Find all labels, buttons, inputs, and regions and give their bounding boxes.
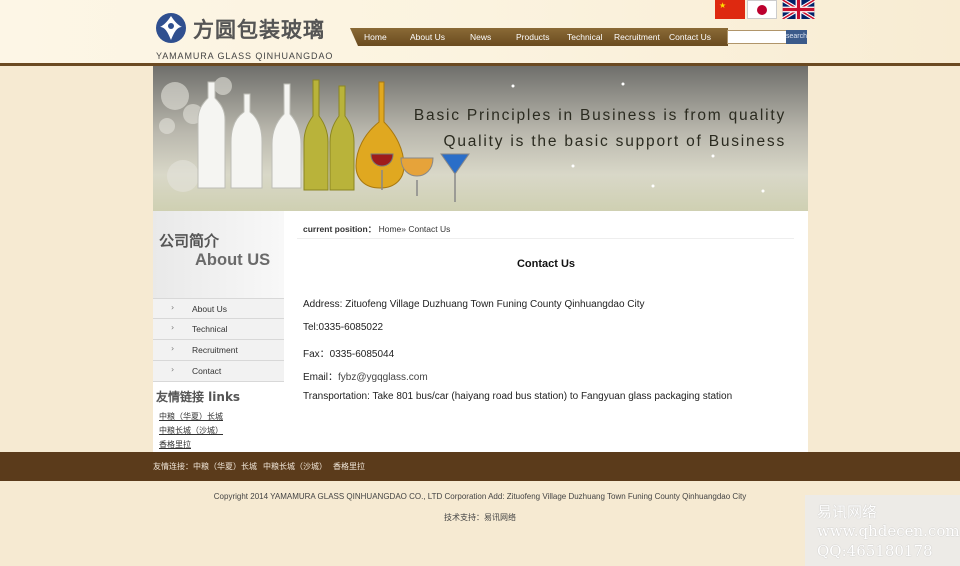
logo-english-name: YAMAMURA GLASS QINHUANGDAO xyxy=(156,51,334,61)
sidebar-title-cn: 公司简介 xyxy=(159,232,220,250)
sidebar-header: 公司简介 About US xyxy=(153,211,284,298)
address-text: Address: Zituofeng Village Duzhuang Town… xyxy=(303,299,645,310)
language-switcher: ★ xyxy=(715,0,815,19)
nav-recruitment[interactable]: Recruitment xyxy=(614,32,660,42)
page-title: Contact Us xyxy=(516,258,576,270)
sidebar-item-label: About Us xyxy=(192,304,227,314)
content-area: 公司简介 About US › About Us › Technical › R… xyxy=(153,211,808,452)
nav-news[interactable]: News xyxy=(470,32,491,42)
footer-links-band: 友情连接：中粮（华夏）长城 中粮长城（沙城） 香格里拉 xyxy=(0,452,960,481)
transport-text: Transportation: Take 801 bus/car (haiyan… xyxy=(303,391,733,402)
sidebar-item-recruitment[interactable]: › Recruitment xyxy=(153,340,284,361)
search-input[interactable] xyxy=(727,30,787,44)
friend-link[interactable]: 香格里拉 xyxy=(159,438,223,452)
logo-icon xyxy=(156,13,186,43)
sidebar-item-label: Recruitment xyxy=(192,345,238,355)
tel-text: Tel:0335-6085022 xyxy=(303,322,384,333)
uk-flag-icon[interactable] xyxy=(782,0,815,19)
email-line: Email：fybz@ygqglass.com xyxy=(303,368,428,383)
friend-links-list: 中粮（华夏）长城 中粮长城（沙城） 香格里拉 xyxy=(159,410,223,452)
sidebar-title-en: About US xyxy=(195,251,271,269)
fax-text: Fax：0335-6085044 xyxy=(303,349,395,360)
nav-technical[interactable]: Technical xyxy=(567,32,602,42)
hero-banner: Basic Principles in Business is from qua… xyxy=(153,66,808,211)
chevron-right-icon: › xyxy=(171,365,175,374)
sidebar-item-label: Contact xyxy=(192,366,222,376)
japan-flag-icon[interactable] xyxy=(747,0,777,19)
watermark-line-3: QQ:465180178 xyxy=(817,542,933,560)
sidebar-item-label: Technical xyxy=(192,324,228,334)
watermark: 易讯网络 www.qhdecen.com QQ:465180178 xyxy=(805,495,960,566)
footer-links: 友情连接：中粮（华夏）长城 中粮长城（沙城） 香格里拉 xyxy=(153,461,371,472)
footer-link[interactable]: 中粮长城（沙城） xyxy=(263,462,327,471)
banner-slogan-2: Quality is the basic support of Business xyxy=(443,133,786,150)
footer-link[interactable]: 香格里拉 xyxy=(333,462,365,471)
breadcrumb-label: current position： xyxy=(303,224,377,234)
main-nav: Home About Us News Products Technical Re… xyxy=(350,28,728,46)
breadcrumb-divider xyxy=(297,238,794,239)
chevron-right-icon: › xyxy=(171,344,175,353)
nav-contact-us[interactable]: Contact Us xyxy=(669,32,711,42)
nav-products[interactable]: Products xyxy=(516,32,550,42)
breadcrumb: current position： Home» Contact Us xyxy=(303,223,450,235)
logo-chinese-name[interactable]: 方圆包装玻璃 xyxy=(193,14,325,44)
watermark-line-1: 易讯网络 xyxy=(817,503,878,521)
nav-about-us[interactable]: About Us xyxy=(410,32,445,42)
banner-slogan-1: Basic Principles in Business is from qua… xyxy=(413,107,786,124)
nav-home[interactable]: Home xyxy=(364,32,387,42)
sidebar: 公司简介 About US › About Us › Technical › R… xyxy=(153,211,284,452)
friend-link[interactable]: 中粮长城（沙城） xyxy=(159,424,223,438)
sidebar-menu: › About Us › Technical › Recruitment › C… xyxy=(153,298,284,382)
footer-links-label: 友情连接： xyxy=(153,462,193,471)
sidebar-item-contact[interactable]: › Contact xyxy=(153,361,284,382)
friend-link[interactable]: 中粮（华夏）长城 xyxy=(159,410,223,424)
links-title: 友情链接 links xyxy=(156,390,241,404)
main-content: current position： Home» Contact Us Conta… xyxy=(284,211,808,452)
chevron-right-icon: › xyxy=(171,303,175,312)
sidebar-item-technical[interactable]: › Technical xyxy=(153,319,284,340)
email-link[interactable]: fybz@ygqglass.com xyxy=(338,372,428,383)
sidebar-item-about-us[interactable]: › About Us xyxy=(153,298,284,319)
chevron-right-icon: › xyxy=(171,323,175,332)
footer-link[interactable]: 中粮（华夏）长城 xyxy=(193,462,257,471)
china-flag-icon[interactable]: ★ xyxy=(715,0,745,19)
search-button[interactable]: search xyxy=(786,30,807,44)
watermark-line-2: www.qhdecen.com xyxy=(817,522,960,540)
site-header: 方圆包装玻璃 YAMAMURA GLASS QINHUANGDAO ★ Home… xyxy=(0,0,960,64)
breadcrumb-path[interactable]: Home» Contact Us xyxy=(379,224,451,234)
email-label: Email： xyxy=(303,372,339,383)
